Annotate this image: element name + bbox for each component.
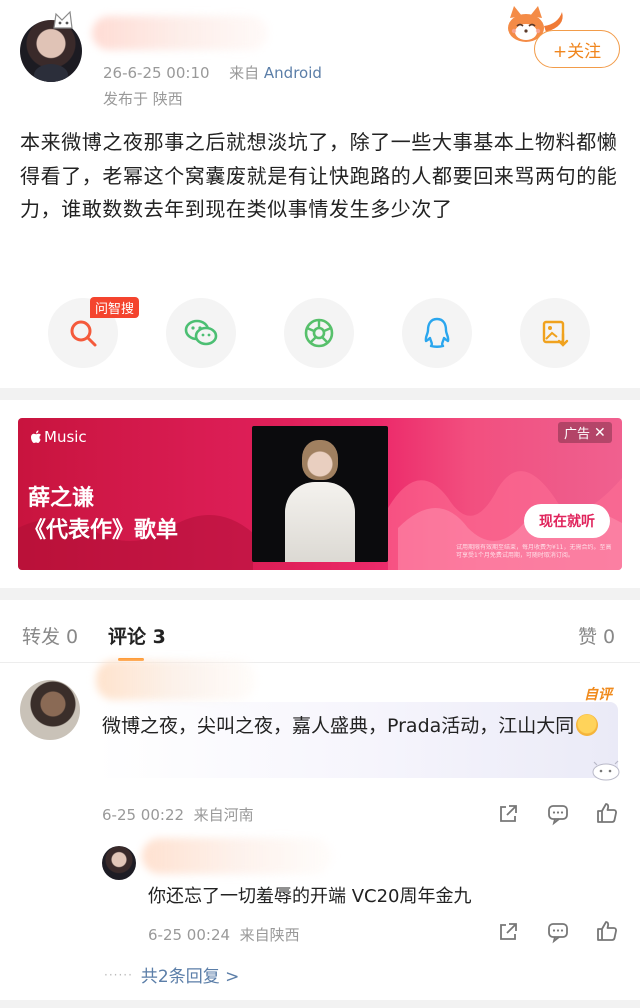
reply-like-icon[interactable]	[594, 918, 620, 944]
search-icon	[70, 320, 97, 347]
author-name[interactable]	[92, 16, 268, 50]
smart-search-badge: 问智搜	[90, 297, 140, 318]
replier-avatar[interactable]	[102, 846, 136, 880]
ad-label-text: 广告	[564, 427, 591, 442]
post-text: 本来微博之夜那事之后就想淡坑了，除了一些大事基本上物料都懒得看了，老幂这个窝囊废…	[20, 130, 618, 221]
banner-fine-print: 试用期限有效期至结束，每月收费为¥11，无需合约。至高可享受1个月免费试用期，可…	[456, 544, 612, 559]
more-replies-row[interactable]: ······ 共2条回复 >	[104, 962, 239, 987]
comment-like-icon[interactable]	[594, 800, 620, 826]
section-divider-2	[0, 588, 640, 600]
apple-icon	[31, 430, 41, 443]
post-source[interactable]: Android	[264, 64, 322, 82]
shy-emoji-icon	[576, 714, 599, 736]
share-moments-button[interactable]	[284, 298, 354, 368]
comment-text-content: 微博之夜，尖叫之夜，嘉人盛典，Prada活动，江山大同	[102, 715, 575, 737]
close-ad-icon[interactable]: ✕	[594, 425, 606, 441]
tab-comments[interactable]: 评论 3	[108, 622, 166, 649]
ad-label: 广告 ✕	[558, 422, 612, 443]
banner-title-line1: 薛之谦	[28, 486, 95, 511]
bottom-divider	[0, 1000, 640, 1008]
save-image-icon	[542, 320, 569, 347]
save-image-button[interactable]	[520, 298, 590, 368]
apple-music-logo: Music	[30, 428, 87, 446]
reply-meta: 6-25 00:24 来自陕西	[148, 926, 300, 944]
banner-title-line2: 《代表作》歌单	[24, 518, 179, 543]
moments-icon	[304, 318, 334, 348]
commenter-name[interactable]	[96, 660, 256, 700]
more-replies-link[interactable]: 共2条回复 >	[141, 962, 239, 987]
listen-now-label: 现在就听	[539, 514, 595, 530]
share-qq-button[interactable]	[402, 298, 472, 368]
listen-now-button[interactable]: 现在就听	[524, 504, 610, 538]
comment-meta: 6-25 00:22 来自河南	[102, 806, 254, 824]
commenter-avatar[interactable]	[20, 680, 80, 740]
section-divider	[0, 388, 640, 400]
post-location: 发布于 陕西	[103, 90, 183, 108]
qq-icon	[424, 317, 450, 348]
wechat-icon	[184, 319, 218, 346]
brand-label: Music	[44, 428, 87, 446]
avatar-decoration-icon	[50, 10, 76, 32]
self-comment-badge: 自评	[584, 687, 612, 703]
reply-share-icon[interactable]	[496, 920, 520, 944]
reply-text: 你还忘了一切羞辱的开端 VC20周年金九	[148, 886, 472, 907]
tabs-divider	[0, 662, 640, 663]
comment-text: 微博之夜，尖叫之夜，嘉人盛典，Prada活动，江山大同	[102, 710, 614, 743]
more-replies-dots: ······	[104, 967, 133, 982]
post-date: 26-6-25 00:10	[103, 64, 210, 82]
comment-share-icon[interactable]	[496, 802, 520, 826]
tab-repost[interactable]: 转发 0	[22, 622, 78, 649]
replier-name[interactable]	[142, 838, 332, 874]
post-source-prefix: 来自	[229, 64, 260, 82]
artist-photo	[252, 426, 388, 562]
follow-label: +关注	[552, 41, 602, 62]
bubble-decoration-icon	[588, 756, 624, 782]
post-meta: 26-6-25 00:10 来自 Android	[103, 62, 322, 83]
comment-reply-icon[interactable]	[546, 802, 570, 826]
reply-reply-icon[interactable]	[546, 920, 570, 944]
music-ad-banner[interactable]: Music 薛之谦 《代表作》歌单 广告 ✕ 现在就听 试用期限有效期至结束，每…	[18, 418, 622, 570]
share-wechat-button[interactable]	[166, 298, 236, 368]
tab-likes[interactable]: 赞 0	[578, 622, 615, 649]
follow-button[interactable]: +关注	[534, 30, 620, 68]
